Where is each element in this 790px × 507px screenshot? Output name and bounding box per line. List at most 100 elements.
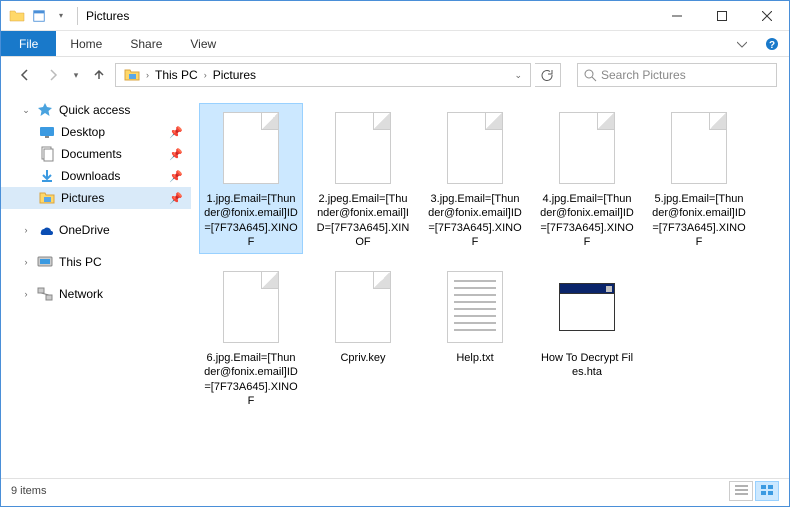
sidebar-item-label: Documents bbox=[61, 147, 122, 161]
pin-icon: 📌 bbox=[169, 192, 183, 205]
file-name: 5.jpg.Email=[Thunder@fonix.email]ID=[7F7… bbox=[652, 192, 746, 249]
back-button[interactable] bbox=[13, 63, 37, 87]
ribbon-expand-icon[interactable] bbox=[729, 31, 755, 56]
file-item[interactable]: 3.jpg.Email=[Thunder@fonix.email]ID=[7F7… bbox=[423, 103, 527, 254]
file-name: 4.jpg.Email=[Thunder@fonix.email]ID=[7F7… bbox=[540, 192, 634, 249]
chevron-right-icon[interactable]: › bbox=[21, 225, 31, 235]
maximize-button[interactable] bbox=[699, 1, 744, 30]
file-view[interactable]: 1.jpg.Email=[Thunder@fonix.email]ID=[7F7… bbox=[191, 93, 789, 478]
folder-icon bbox=[118, 64, 146, 86]
file-item[interactable]: 1.jpg.Email=[Thunder@fonix.email]ID=[7F7… bbox=[199, 103, 303, 254]
window-title: Pictures bbox=[86, 9, 129, 23]
sidebar-item-downloads[interactable]: Downloads 📌 bbox=[1, 165, 191, 187]
file-name: 1.jpg.Email=[Thunder@fonix.email]ID=[7F7… bbox=[204, 192, 298, 249]
tab-file[interactable]: File bbox=[1, 31, 56, 56]
file-item[interactable]: Help.txt bbox=[423, 262, 527, 413]
pin-icon: 📌 bbox=[169, 126, 183, 139]
divider bbox=[77, 7, 78, 25]
tab-view[interactable]: View bbox=[176, 31, 230, 56]
sidebar-item-label: This PC bbox=[59, 255, 102, 269]
blank-file-icon bbox=[216, 267, 286, 347]
titlebar: ▾ Pictures bbox=[1, 1, 789, 31]
svg-text:?: ? bbox=[769, 40, 775, 51]
documents-icon bbox=[39, 146, 55, 162]
sidebar-item-pictures[interactable]: Pictures 📌 bbox=[1, 187, 191, 209]
file-name: How To Decrypt Files.hta bbox=[540, 351, 634, 380]
navigation-pane: ⌄ Quick access Desktop 📌 Documents 📌 Dow… bbox=[1, 93, 191, 478]
blank-file-icon bbox=[328, 267, 398, 347]
sidebar-item-label: Network bbox=[59, 287, 103, 301]
search-placeholder: Search Pictures bbox=[601, 68, 686, 82]
sidebar-item-label: OneDrive bbox=[59, 223, 110, 237]
breadcrumb-root[interactable]: This PC bbox=[149, 64, 204, 86]
ribbon-tabs: File Home Share View ? bbox=[1, 31, 789, 57]
file-name: 2.jpeg.Email=[Thunder@fonix.email]ID=[7F… bbox=[316, 192, 410, 249]
recent-locations-icon[interactable]: ▾ bbox=[69, 63, 83, 87]
details-view-button[interactable] bbox=[729, 481, 753, 501]
status-bar: 9 items bbox=[1, 478, 789, 502]
file-item[interactable]: 6.jpg.Email=[Thunder@fonix.email]ID=[7F7… bbox=[199, 262, 303, 413]
chevron-right-icon[interactable]: › bbox=[21, 257, 31, 267]
hta-file-icon bbox=[552, 267, 622, 347]
network-icon bbox=[37, 286, 53, 302]
navigation-bar: ▾ › This PC › Pictures ⌄ Search Pictures bbox=[1, 57, 789, 93]
address-dropdown-icon[interactable]: ⌄ bbox=[508, 70, 528, 81]
forward-button[interactable] bbox=[41, 63, 65, 87]
blank-file-icon bbox=[216, 108, 286, 188]
blank-file-icon bbox=[552, 108, 622, 188]
file-item[interactable]: How To Decrypt Files.hta bbox=[535, 262, 639, 413]
pin-icon: 📌 bbox=[169, 170, 183, 183]
file-item[interactable]: 2.jpeg.Email=[Thunder@fonix.email]ID=[7F… bbox=[311, 103, 415, 254]
file-item[interactable]: 4.jpg.Email=[Thunder@fonix.email]ID=[7F7… bbox=[535, 103, 639, 254]
downloads-icon bbox=[39, 168, 55, 184]
quick-access-toolbar: ▾ bbox=[9, 8, 69, 24]
sidebar-item-onedrive[interactable]: › OneDrive bbox=[1, 219, 191, 241]
search-input[interactable]: Search Pictures bbox=[577, 63, 777, 87]
up-button[interactable] bbox=[87, 63, 111, 87]
tab-share[interactable]: Share bbox=[116, 31, 176, 56]
blank-file-icon bbox=[328, 108, 398, 188]
item-count: 9 items bbox=[11, 485, 46, 497]
pin-icon: 📌 bbox=[169, 148, 183, 161]
file-name: Cpriv.key bbox=[340, 351, 385, 365]
blank-file-icon bbox=[440, 108, 510, 188]
file-item[interactable]: 5.jpg.Email=[Thunder@fonix.email]ID=[7F7… bbox=[647, 103, 751, 254]
window-controls bbox=[654, 1, 789, 30]
file-name: Help.txt bbox=[456, 351, 493, 365]
address-bar[interactable]: › This PC › Pictures ⌄ bbox=[115, 63, 531, 87]
chevron-down-icon[interactable]: ⌄ bbox=[21, 105, 31, 116]
file-item[interactable]: Cpriv.key bbox=[311, 262, 415, 413]
sidebar-item-label: Desktop bbox=[61, 125, 105, 139]
tab-home[interactable]: Home bbox=[56, 31, 116, 56]
help-icon[interactable]: ? bbox=[755, 31, 789, 56]
desktop-icon bbox=[39, 124, 55, 140]
onedrive-icon bbox=[37, 222, 53, 238]
body: ⌄ Quick access Desktop 📌 Documents 📌 Dow… bbox=[1, 93, 789, 478]
sidebar-item-desktop[interactable]: Desktop 📌 bbox=[1, 121, 191, 143]
sidebar-item-network[interactable]: › Network bbox=[1, 283, 191, 305]
file-name: 6.jpg.Email=[Thunder@fonix.email]ID=[7F7… bbox=[204, 351, 298, 408]
sidebar-item-documents[interactable]: Documents 📌 bbox=[1, 143, 191, 165]
sidebar-item-label: Pictures bbox=[61, 191, 104, 205]
minimize-button[interactable] bbox=[654, 1, 699, 30]
file-name: 3.jpg.Email=[Thunder@fonix.email]ID=[7F7… bbox=[428, 192, 522, 249]
text-file-icon bbox=[440, 267, 510, 347]
view-switcher bbox=[729, 481, 779, 501]
sidebar-item-quick-access[interactable]: ⌄ Quick access bbox=[1, 99, 191, 121]
breadcrumb-current[interactable]: Pictures bbox=[207, 64, 262, 86]
star-icon bbox=[37, 102, 53, 118]
qat-dropdown-icon[interactable]: ▾ bbox=[53, 8, 69, 24]
search-icon bbox=[584, 69, 597, 82]
close-button[interactable] bbox=[744, 1, 789, 30]
icons-view-button[interactable] bbox=[755, 481, 779, 501]
pc-icon bbox=[37, 254, 53, 270]
blank-file-icon bbox=[664, 108, 734, 188]
chevron-right-icon[interactable]: › bbox=[21, 289, 31, 299]
sidebar-item-label: Downloads bbox=[61, 169, 120, 183]
sidebar-item-this-pc[interactable]: › This PC bbox=[1, 251, 191, 273]
refresh-button[interactable] bbox=[535, 63, 561, 87]
pictures-icon bbox=[39, 190, 55, 206]
properties-icon[interactable] bbox=[31, 8, 47, 24]
sidebar-item-label: Quick access bbox=[59, 103, 130, 117]
folder-icon bbox=[9, 8, 25, 24]
